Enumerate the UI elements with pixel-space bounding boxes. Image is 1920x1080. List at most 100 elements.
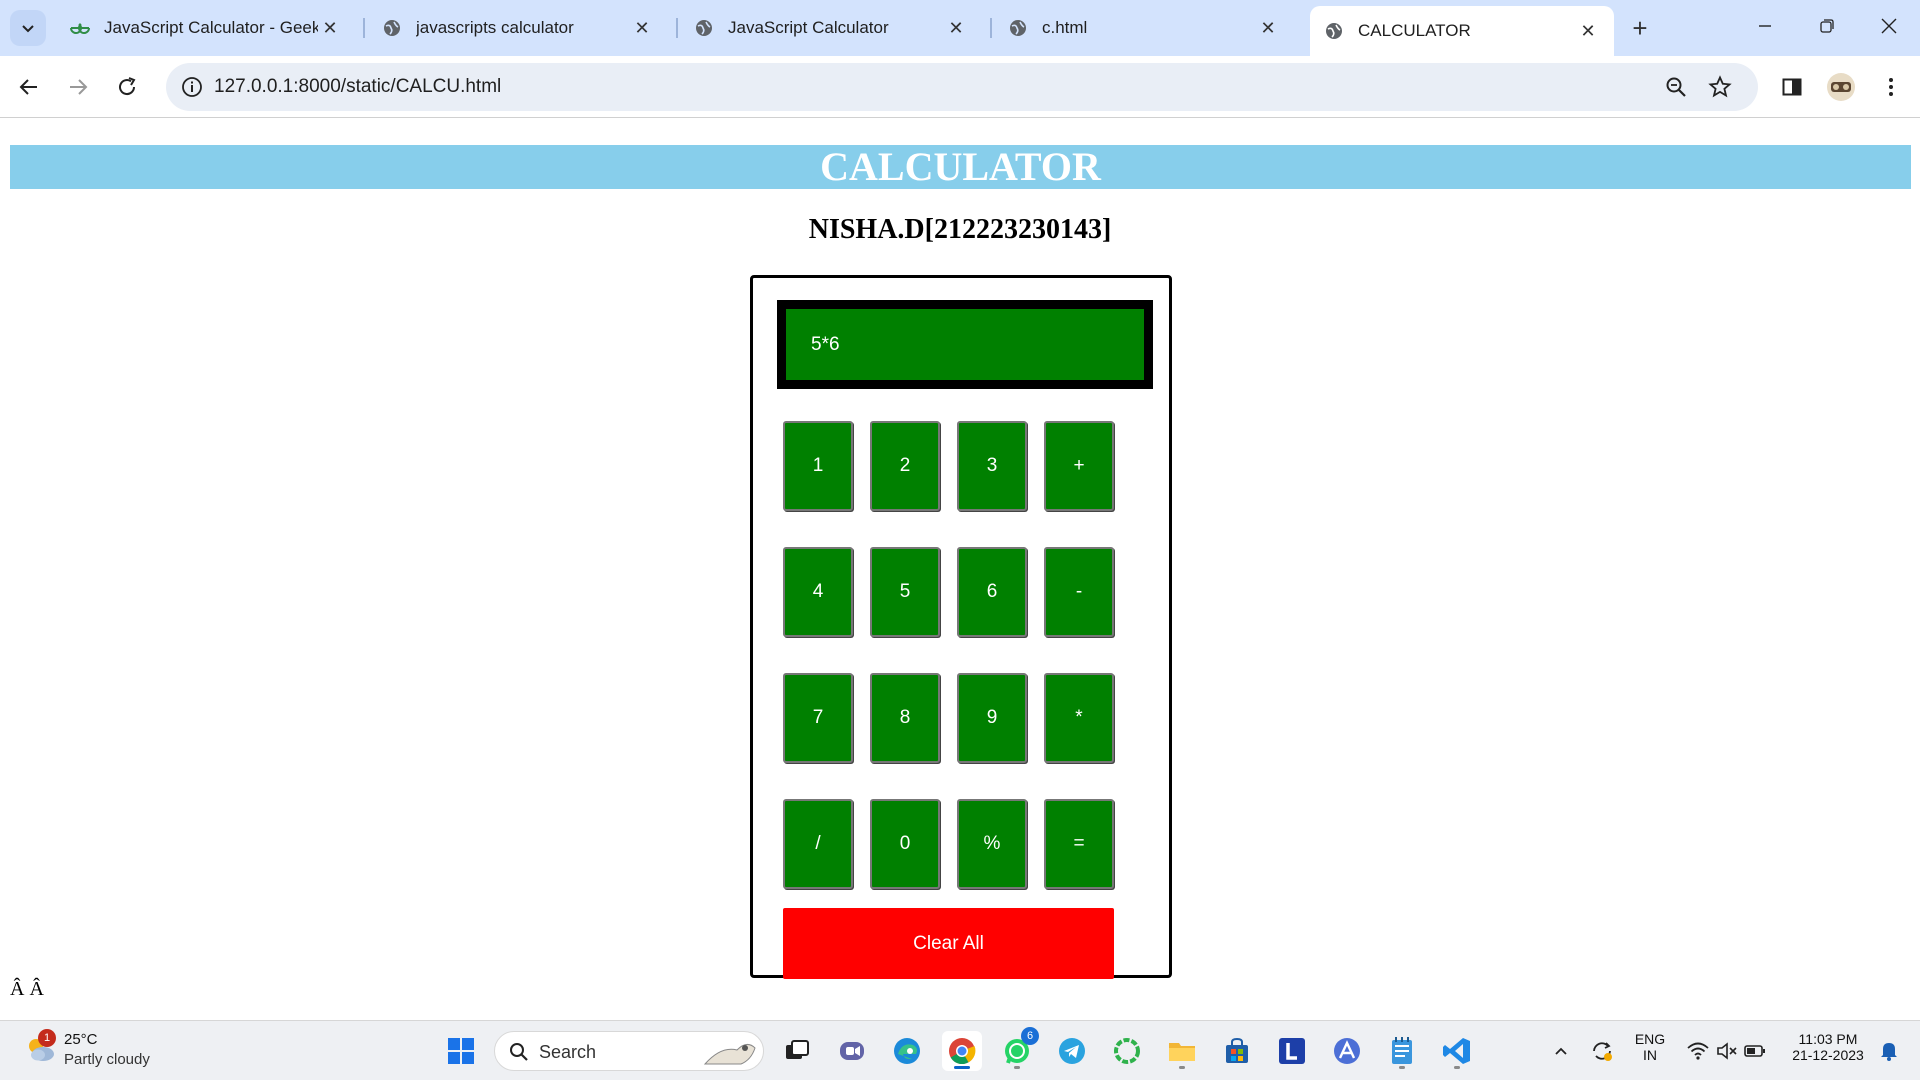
clock[interactable]: 11:03 PM 21-12-2023 [1782,1031,1874,1063]
language-top: ENG [1634,1031,1666,1047]
clear-all-button[interactable]: Clear All [783,908,1114,979]
page-title: CALCULATOR [10,145,1911,189]
back-button[interactable] [12,70,46,104]
close-icon[interactable]: ✕ [630,16,654,40]
close-icon[interactable]: ✕ [1256,16,1280,40]
arc-app-icon [1334,1038,1360,1064]
battery-icon [1744,1045,1765,1057]
chrome-button[interactable] [942,1031,982,1071]
language-indicator[interactable]: ENG IN [1630,1031,1670,1063]
notifications-button[interactable] [1874,1031,1904,1071]
close-window-button[interactable] [1858,0,1920,52]
weather-badge: 1 [38,1029,56,1047]
info-icon[interactable] [180,75,204,99]
geeksforgeeks-icon [70,18,90,38]
chevron-down-icon [22,25,34,33]
tab-title: CALCULATOR [1358,21,1471,40]
browser-toolbar: 127.0.0.1:8000/static/CALCU.html [0,56,1920,118]
bookmark-star-icon[interactable] [1708,75,1732,99]
notepad-button[interactable] [1382,1031,1422,1071]
side-panel-icon[interactable] [1775,70,1809,104]
close-icon[interactable]: ✕ [318,16,342,40]
globe-icon [694,18,714,38]
close-icon [1881,18,1897,34]
key-divide[interactable]: / [783,799,853,889]
key-equals[interactable]: = [1044,799,1114,889]
vscode-icon [1443,1038,1470,1064]
page-content: CALCULATOR NISHA.D[212223230143] 5*6 1 2… [0,118,1920,1020]
edge-icon [894,1038,920,1064]
reload-button[interactable] [110,70,144,104]
key-plus[interactable]: + [1044,421,1114,511]
globe-icon [1324,21,1344,41]
profile-avatar[interactable] [1824,70,1858,104]
windows-icon [448,1038,474,1064]
key-9[interactable]: 9 [957,673,1027,763]
author-heading: NISHA.D[212223230143] [808,214,1112,245]
zoom-icon[interactable] [1664,75,1688,99]
tab-javascript-calculator[interactable]: JavaScript Calculator ✕ [680,8,982,48]
tab-title: JavaScript Calculator [728,18,889,37]
l-app-button[interactable] [1272,1031,1312,1071]
store-button[interactable] [1217,1031,1257,1071]
sync-button[interactable] [1584,1031,1620,1071]
minimize-button[interactable] [1734,0,1796,52]
minimize-icon [1759,25,1771,27]
tab-search-button[interactable] [10,10,46,46]
search-label: Search [539,1042,597,1062]
tab-javascripts-calculator[interactable]: javascripts calculator ✕ [368,8,668,48]
quick-settings-button[interactable] [1676,1031,1776,1071]
key-8[interactable]: 8 [870,673,940,763]
clock-date: 21-12-2023 [1792,1047,1864,1063]
url-text[interactable]: 127.0.0.1:8000/static/CALCU.html [214,76,501,98]
store-icon [1226,1037,1248,1063]
globe-icon [382,18,402,38]
calculator-display[interactable]: 5*6 [777,300,1153,389]
new-tab-button[interactable]: + [1624,12,1656,44]
chrome-icon [949,1038,976,1065]
tray-overflow-button[interactable] [1543,1031,1579,1071]
close-icon[interactable]: ✕ [944,16,968,40]
search-icon [510,1043,528,1061]
restore-button[interactable] [1796,0,1858,52]
vscode-button[interactable] [1437,1031,1477,1071]
key-2[interactable]: 2 [870,421,940,511]
circle-app-button[interactable] [1107,1031,1147,1071]
notepad-icon [1392,1037,1412,1064]
reload-icon [119,77,136,96]
key-5[interactable]: 5 [870,547,940,637]
arc-app-button[interactable] [1327,1031,1367,1071]
forward-button[interactable] [61,70,95,104]
key-6[interactable]: 6 [957,547,1027,637]
taskbar-search[interactable]: Search [494,1031,764,1071]
language-bottom: IN [1643,1047,1657,1063]
telegram-button[interactable] [1052,1031,1092,1071]
tab-c-html[interactable]: c.html ✕ [994,8,1294,48]
key-1[interactable]: 1 [783,421,853,511]
weather-widget[interactable]: 1 25°C Partly cloudy [20,1029,180,1073]
green-ring-icon [1114,1038,1140,1064]
telegram-icon [1059,1038,1085,1064]
key-4[interactable]: 4 [783,547,853,637]
task-view-button[interactable] [777,1031,817,1071]
key-3[interactable]: 3 [957,421,1027,511]
address-bar[interactable]: 127.0.0.1:8000/static/CALCU.html [166,63,1758,111]
menu-kebab-icon[interactable] [1874,70,1908,104]
task-view-icon [786,1040,809,1059]
key-0[interactable]: 0 [870,799,940,889]
globe-icon [1008,18,1028,38]
start-button[interactable] [441,1031,481,1071]
key-minus[interactable]: - [1044,547,1114,637]
taskbar: 1 25°C Partly cloudy Search 6 ENG IN 11:… [0,1020,1920,1080]
edge-button[interactable] [887,1031,927,1071]
key-multiply[interactable]: * [1044,673,1114,763]
tab-geeksforgeeks[interactable]: JavaScript Calculator - GeeksforGeeks ✕ [56,8,356,48]
key-7[interactable]: 7 [783,673,853,763]
file-explorer-button[interactable] [1162,1031,1202,1071]
close-icon[interactable]: ✕ [1576,19,1600,43]
whatsapp-badge: 6 [1021,1027,1039,1045]
whatsapp-button[interactable]: 6 [997,1027,1039,1071]
key-percent[interactable]: % [957,799,1027,889]
teams-chat-button[interactable] [832,1031,872,1071]
tab-calculator-active[interactable]: CALCULATOR ✕ [1310,6,1614,56]
